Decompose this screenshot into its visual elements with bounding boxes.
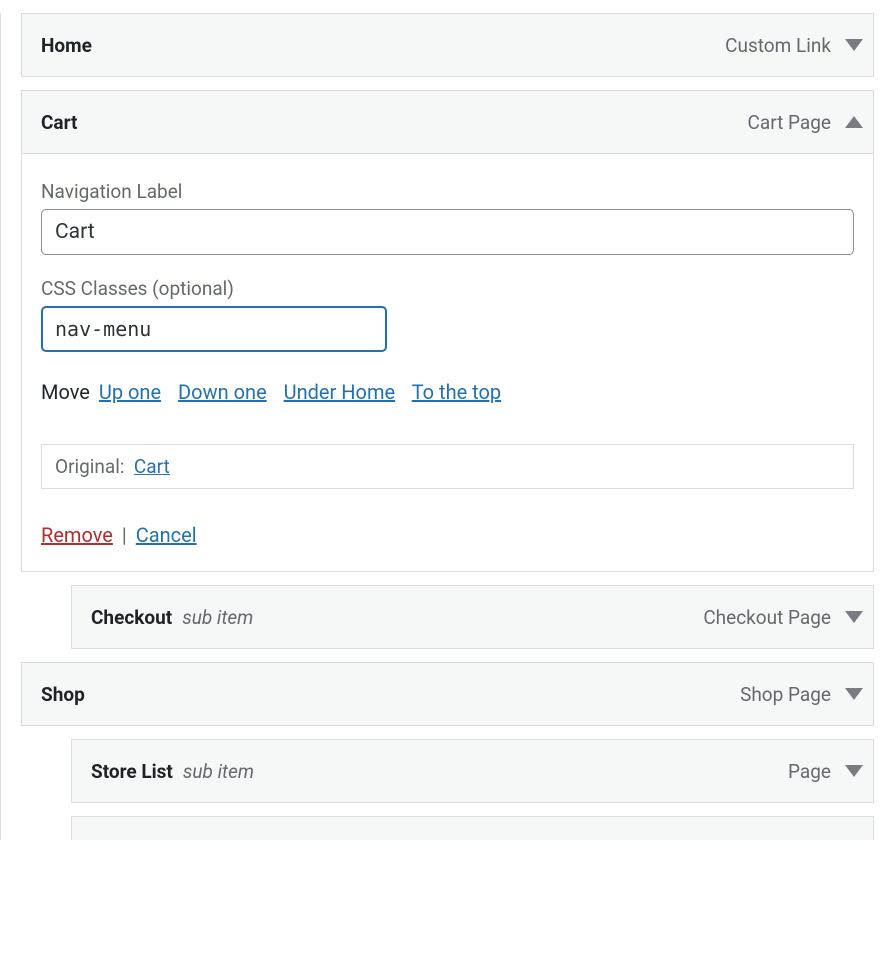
move-top-link[interactable]: To the top	[412, 380, 501, 404]
menu-item-checkout: Checkout sub item Checkout Page	[71, 585, 874, 649]
menu-item-sublabel: sub item	[183, 760, 254, 783]
original-row: Original: Cart	[41, 444, 854, 489]
menu-item-body: Navigation Label CSS Classes (optional) …	[21, 154, 874, 572]
css-classes-input[interactable]	[41, 306, 387, 352]
move-label: Move	[41, 380, 90, 404]
bottom-actions: Remove | Cancel	[41, 523, 854, 547]
menu-item-title: Cart	[41, 111, 77, 134]
chevron-down-icon[interactable]	[845, 611, 863, 623]
menu-item-cart: Cart Cart Page Navigation Label CSS Clas…	[21, 90, 874, 572]
css-classes-title: CSS Classes (optional)	[41, 277, 854, 300]
chevron-down-icon[interactable]	[845, 39, 863, 51]
menu-item-header[interactable]: Checkout sub item Checkout Page	[71, 585, 874, 649]
original-link[interactable]: Cart	[134, 455, 170, 478]
chevron-up-icon[interactable]	[845, 116, 863, 128]
menu-item-type: Page	[788, 760, 831, 783]
menu-item-type: Cart Page	[748, 111, 832, 134]
field-css-classes: CSS Classes (optional)	[41, 277, 854, 352]
nav-label-title: Navigation Label	[41, 180, 854, 203]
chevron-down-icon[interactable]	[845, 688, 863, 700]
menu-item-type: Checkout Page	[703, 606, 831, 629]
chevron-down-icon[interactable]	[845, 765, 863, 777]
menu-item-title: Shop	[41, 683, 85, 706]
menu-item-title: Store List	[91, 760, 173, 783]
field-navigation-label: Navigation Label	[41, 180, 854, 255]
cancel-link[interactable]: Cancel	[136, 523, 197, 547]
menu-item-header[interactable]: Home Custom Link	[21, 13, 874, 77]
menu-item-header[interactable]: Store List sub item Page	[71, 739, 874, 803]
menu-item-header-partial[interactable]	[71, 816, 874, 840]
original-label: Original:	[55, 455, 124, 478]
menu-item-header[interactable]: Cart Cart Page	[21, 90, 874, 154]
menu-item-sublabel: sub item	[182, 606, 253, 629]
remove-link[interactable]: Remove	[41, 523, 113, 547]
menu-item-store-list: Store List sub item Page	[71, 739, 874, 803]
menu-item-type: Custom Link	[725, 34, 831, 57]
move-under-link[interactable]: Under Home	[284, 380, 395, 404]
menu-item-header[interactable]: Shop Shop Page	[21, 662, 874, 726]
menu-item-type: Shop Page	[740, 683, 831, 706]
move-row: Move Up one Down one Under Home To the t…	[41, 380, 854, 404]
action-separator: |	[122, 523, 127, 547]
menu-item-title: Checkout	[91, 606, 172, 629]
move-down-link[interactable]: Down one	[178, 380, 267, 404]
move-up-link[interactable]: Up one	[99, 380, 161, 404]
menu-item-home: Home Custom Link	[21, 13, 874, 77]
menu-item-title: Home	[41, 34, 92, 57]
nav-label-input[interactable]	[41, 209, 854, 255]
menu-item-partial	[71, 816, 874, 840]
menu-item-shop: Shop Shop Page	[21, 662, 874, 726]
